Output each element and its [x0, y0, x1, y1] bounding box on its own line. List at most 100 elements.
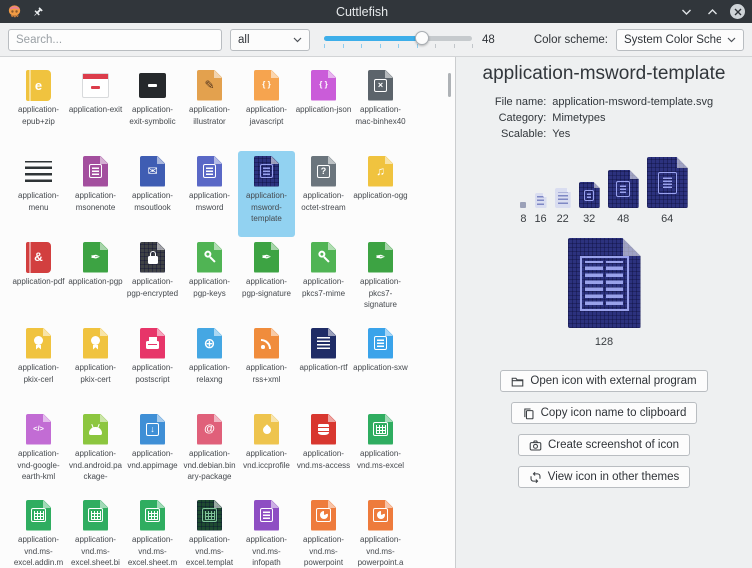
- icon-grid-item[interactable]: application-vnd.ms-access: [295, 409, 352, 495]
- icon-grid-item[interactable]: ?application-octet-stream: [295, 151, 352, 237]
- icon-grid-item[interactable]: { }application-javascript: [238, 65, 295, 151]
- application-pkcs7-mime-icon: [311, 239, 336, 275]
- icon-grid-item[interactable]: application-msonenote: [67, 151, 124, 237]
- button-label: Open icon with external program: [530, 375, 696, 387]
- icon-details-panel: application-msword-template File name: a…: [456, 57, 752, 568]
- category-filter-dropdown[interactable]: all: [230, 29, 310, 51]
- icon-grid-item[interactable]: application-exit: [67, 65, 124, 151]
- slider-handle[interactable]: [415, 31, 429, 45]
- icon-grid-item[interactable]: ✒application-pgp-signature: [238, 237, 295, 323]
- icon-grid-item[interactable]: application-msword: [181, 151, 238, 237]
- slider-ticks: [324, 44, 472, 49]
- icon-grid-item[interactable]: application-menu: [10, 151, 67, 237]
- icon-grid-item[interactable]: application-postscript: [124, 323, 181, 409]
- document-lines-glyph-icon: [260, 164, 273, 178]
- key-glyph-icon: [200, 247, 220, 267]
- category-filter-value: all: [238, 34, 287, 46]
- icon-grid-item[interactable]: application-pgp-encrypted: [124, 237, 181, 323]
- solid-icon-preview: [647, 157, 688, 208]
- icon-grid-item[interactable]: application-pkcs7-mime: [295, 237, 352, 323]
- icon-size-slider[interactable]: [322, 27, 474, 53]
- application-msonenote-icon: [83, 153, 108, 189]
- pie-chart-glyph-icon: [373, 508, 388, 522]
- icon-grid-item[interactable]: application-msword-template: [238, 151, 295, 237]
- icon-grid-item[interactable]: application-vnd.ms-excel.sheet.m: [124, 495, 181, 568]
- large-icon-size-label: 128: [595, 336, 613, 348]
- droplet-glyph-icon: [261, 424, 272, 435]
- key-glyph-icon: [314, 247, 334, 267]
- application-pkix-cert-icon: [83, 325, 108, 361]
- icon-grid-item[interactable]: ↓application-vnd.appimage: [124, 409, 181, 495]
- application-pkcs7-signature-icon: ✒: [368, 239, 393, 275]
- icon-grid-item[interactable]: application-vnd.android.package-: [67, 409, 124, 495]
- color-scheme-dropdown[interactable]: System Color Scheme: [616, 29, 744, 51]
- icon-info-fields: File name: application-msword-template.s…: [495, 96, 713, 140]
- application-ogg-icon: ♫: [368, 153, 393, 189]
- icon-grid-item[interactable]: ⊕application-relaxng: [181, 323, 238, 409]
- icon-grid-item[interactable]: ✒application-pkcs7-signature: [352, 237, 409, 323]
- copy-icon-name-button[interactable]: Copy icon name to clipboard: [511, 402, 698, 424]
- minimize-icon[interactable]: [678, 4, 694, 20]
- icon-grid-item[interactable]: application-vnd.ms-powerpoint.a: [352, 495, 409, 568]
- app-logo-cuttlefish-icon: [7, 4, 22, 19]
- icon-grid-item[interactable]: ✎application-illustrator: [181, 65, 238, 151]
- size-preview-22: 22: [555, 188, 571, 225]
- icon-grid-item-label: application-vnd.iccprofile: [239, 448, 295, 471]
- icon-grid-item[interactable]: application-vnd.iccprofile: [238, 409, 295, 495]
- application-vnd-google-earth-kml-icon: </>: [26, 411, 51, 447]
- icon-grid-item[interactable]: application-pkix-cert: [67, 323, 124, 409]
- icon-grid-item[interactable]: ✒application-pgp: [67, 237, 124, 323]
- icon-grid-item[interactable]: application-vnd.ms-infopath: [238, 495, 295, 568]
- { }-glyph-icon: { }: [262, 81, 270, 89]
- application-vnd.iccprofile-icon: [254, 411, 279, 447]
- application-postscript-icon: [140, 325, 165, 361]
- icon-grid-item[interactable]: application-vnd.ms-powerpoint: [295, 495, 352, 568]
- scrollbar-thumb[interactable]: [448, 73, 451, 97]
- icon-grid-item[interactable]: application-vnd.ms-excel.addin.m: [10, 495, 67, 568]
- icon-grid-item-label: application-pgp-encrypted: [125, 276, 181, 299]
- printer-glyph-icon: [146, 341, 159, 349]
- action-buttons: Open icon with external program Copy icon…: [500, 370, 707, 488]
- spreadsheet-glyph-icon: [88, 508, 103, 522]
- icon-grid-item[interactable]: { }application-json: [295, 65, 352, 151]
- icon-grid-item[interactable]: @application-vnd.debian.binary-package: [181, 409, 238, 495]
- icon-grid-item[interactable]: application-vnd.ms-excel.sheet.bi: [67, 495, 124, 568]
- size-preview-32: 32: [579, 182, 600, 225]
- icon-grid-item[interactable]: application-rtf: [295, 323, 352, 409]
- icon-grid-item[interactable]: application-pgp-keys: [181, 237, 238, 323]
- application-pgp-signature-icon: ✒: [254, 239, 279, 275]
- icon-grid-item[interactable]: application-vnd.ms-excel.templat: [181, 495, 238, 568]
- icon-grid-item-label: application-vnd.ms-excel.sheet.m: [125, 534, 181, 568]
- spreadsheet-glyph-icon: [145, 508, 160, 522]
- create-screenshot-button[interactable]: Create screenshot of icon: [518, 434, 690, 456]
- titlebar: Cuttlefish: [0, 0, 752, 23]
- icon-grid-item-label: application-pdf: [11, 276, 67, 288]
- application-menu-icon: [25, 153, 52, 189]
- icon-preview-128: [568, 238, 641, 328]
- pin-icon[interactable]: [30, 4, 46, 20]
- icon-grid-item[interactable]: ×application-mac-binhex40: [352, 65, 409, 151]
- view-in-other-themes-button[interactable]: View icon in other themes: [518, 466, 690, 488]
- ✎-glyph-icon: ✎: [204, 79, 214, 91]
- open-with-external-program-button[interactable]: Open icon with external program: [500, 370, 707, 392]
- icon-grid-item[interactable]: application-pkix-cerl: [10, 323, 67, 409]
- field-label: Scalable:: [495, 128, 546, 140]
- icon-grid-item[interactable]: &application-pdf: [10, 237, 67, 323]
- icon-grid-item-label: application-pkcs7-mime: [296, 276, 352, 299]
- icon-grid-item[interactable]: application-sxw: [352, 323, 409, 409]
- icon-grid-item[interactable]: ♫application-ogg: [352, 151, 409, 237]
- icon-grid-item[interactable]: ✉application-msoutlook: [124, 151, 181, 237]
- icon-grid-item[interactable]: eapplication-epub+zip: [10, 65, 67, 151]
- search-input[interactable]: [8, 29, 222, 51]
- maximize-icon[interactable]: [704, 4, 720, 20]
- close-icon[interactable]: [730, 4, 745, 19]
- icon-grid-item[interactable]: </>application-vnd-google-earth-kml: [10, 409, 67, 495]
- chevron-down-icon: [293, 37, 302, 43]
- application-msword-icon: [197, 153, 222, 189]
- icon-size-previews: 81622324864: [520, 159, 687, 225]
- icon-grid-item[interactable]: application-exit-symbolic: [124, 65, 181, 151]
- icon-grid-item[interactable]: application-vnd.ms-excel: [352, 409, 409, 495]
- icon-grid-item-label: application-vnd.ms-excel.addin.m: [11, 534, 67, 568]
- icon-grid-item[interactable]: application-rss+xml: [238, 323, 295, 409]
- seal-glyph-icon: [34, 336, 43, 345]
